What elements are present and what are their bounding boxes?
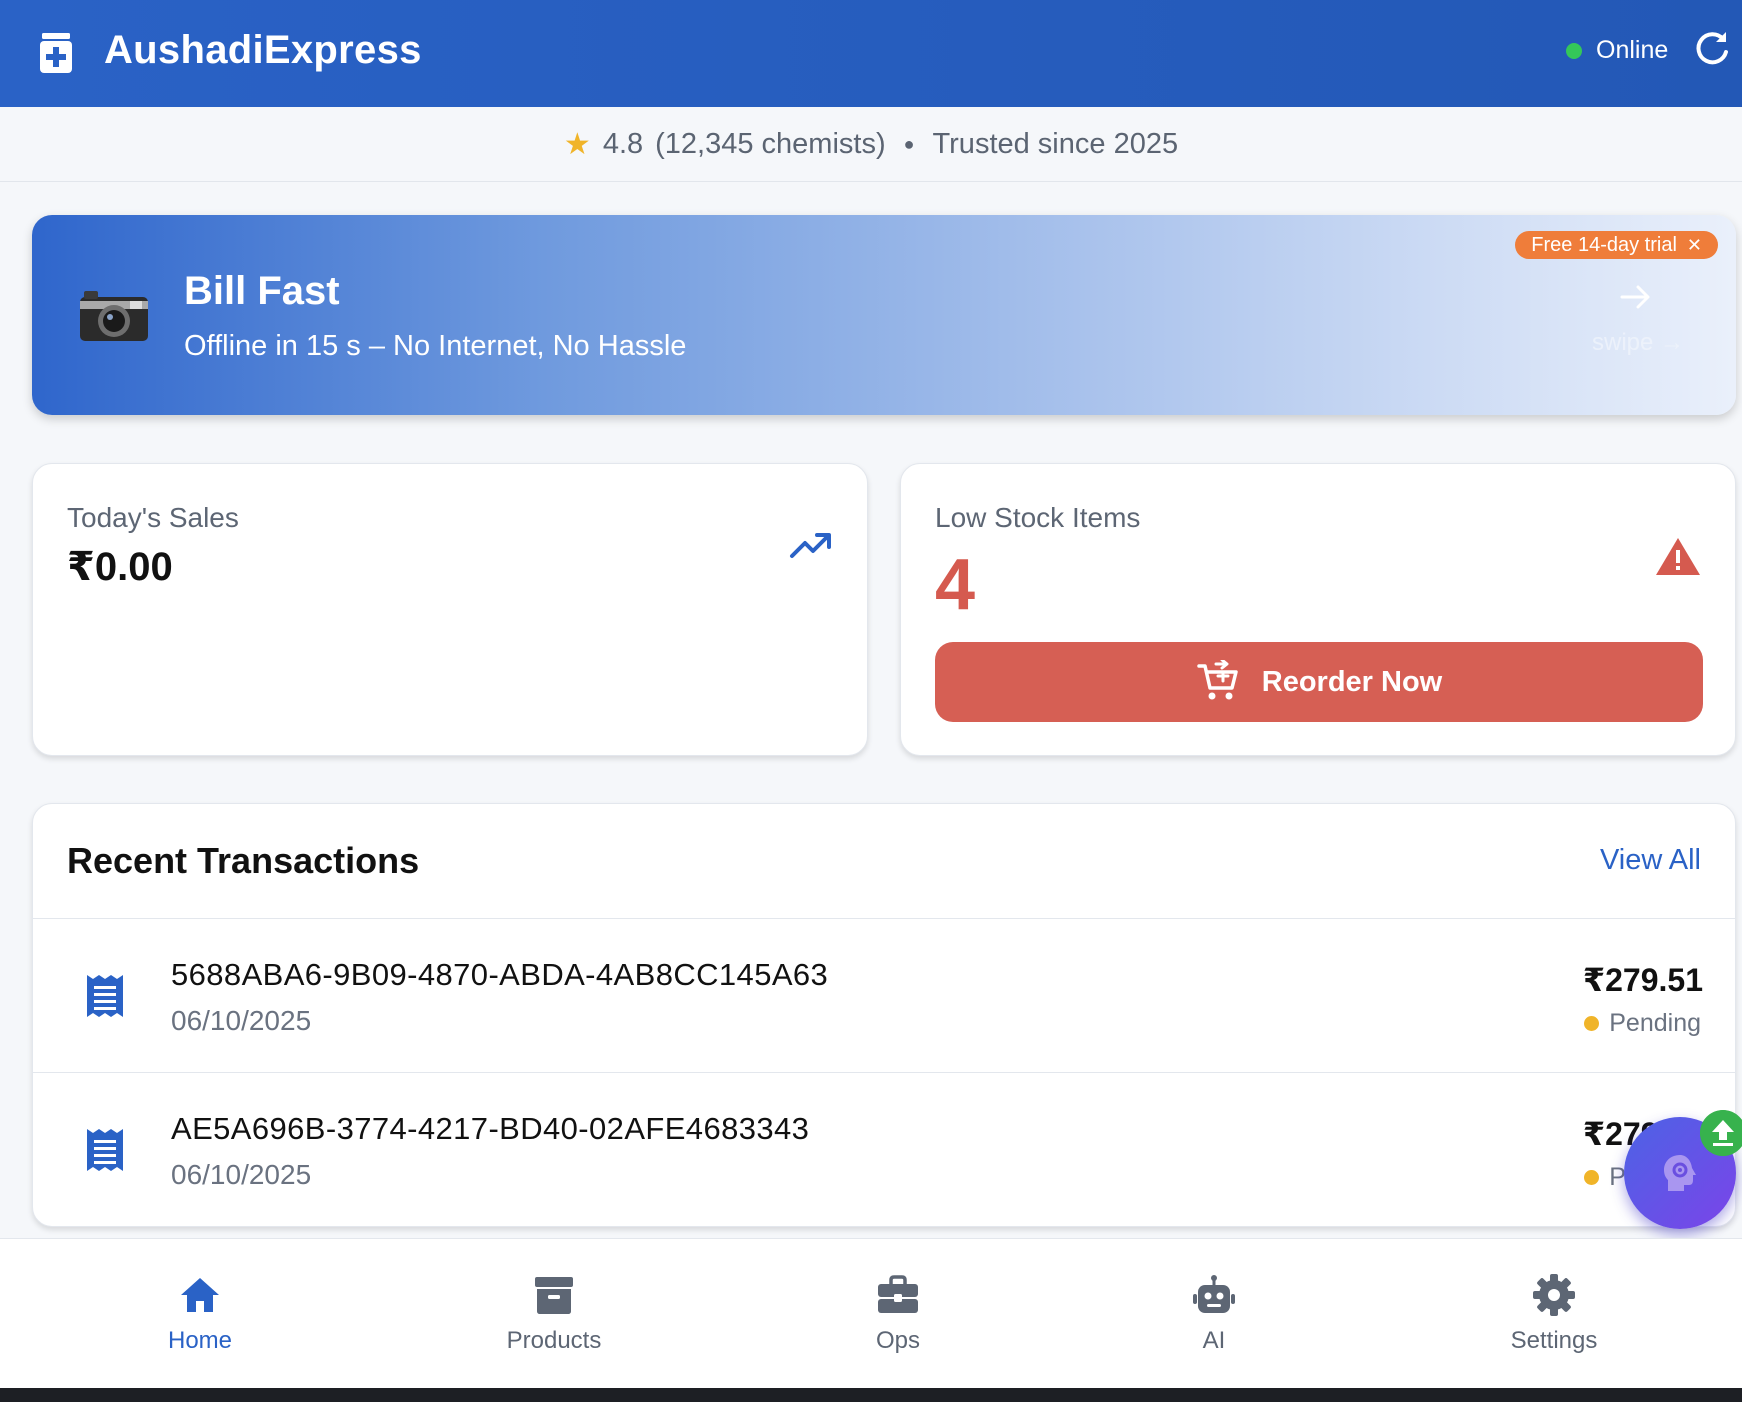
- nav-item-products[interactable]: Products: [444, 1239, 664, 1388]
- transaction-id: 5688ABA6-9B09-4870-ABDA-4AB8CC145A63: [171, 957, 829, 992]
- bill-fast-banner[interactable]: Bill Fast Offline in 15 s – No Internet,…: [32, 215, 1736, 415]
- warning-icon: [1656, 538, 1700, 575]
- receipt-icon: [87, 975, 123, 1017]
- low-stock-count: 4: [935, 545, 976, 625]
- connection-status-label: Online: [1596, 36, 1669, 64]
- close-icon[interactable]: ✕: [1687, 235, 1702, 256]
- todays-sales-label: Today's Sales: [67, 502, 239, 533]
- app-header: AushadiExpress Online: [0, 0, 1742, 107]
- connection-status: Online: [1566, 36, 1668, 65]
- medicine-kit-icon: [40, 33, 72, 73]
- nav-item-settings[interactable]: Settings: [1444, 1239, 1664, 1388]
- trial-badge-label: Free 14-day trial: [1531, 233, 1677, 256]
- trial-badge[interactable]: Free 14-day trial ✕: [1515, 231, 1718, 259]
- recent-transactions-card: Recent Transactions View All 5688ABA6-9B…: [32, 803, 1736, 1227]
- banner-title: Bill Fast: [184, 269, 340, 313]
- archive-box-icon: [535, 1277, 573, 1314]
- reorder-now-label: Reorder Now: [1261, 665, 1443, 698]
- rating-count: (12,345 chemists): [655, 127, 886, 160]
- todays-sales-card[interactable]: Today's Sales ₹0.00: [32, 463, 868, 756]
- trending-up-icon: [790, 533, 831, 558]
- camera-icon: [80, 291, 148, 341]
- star-icon: ★: [563, 127, 591, 161]
- nav-item-ops[interactable]: Ops: [788, 1239, 1008, 1388]
- transaction-date: 06/10/2025: [171, 1005, 312, 1036]
- transaction-status-label: Pending: [1609, 1009, 1701, 1037]
- trusted-since: Trusted since 2025: [932, 127, 1179, 160]
- todays-sales-value: ₹0.00: [67, 545, 173, 589]
- transaction-status: Pending: [1584, 1009, 1701, 1038]
- nav-item-ai[interactable]: AI: [1104, 1239, 1324, 1388]
- bottom-navigation: Home Products Ops AI Settings: [0, 1238, 1742, 1388]
- swipe-hint: swipe →: [1592, 329, 1685, 356]
- banner-subtitle: Offline in 15 s – No Internet, No Hassle: [184, 330, 687, 362]
- nav-label-home: Home: [167, 1327, 233, 1354]
- transaction-row[interactable]: AE5A696B-3774-4217-BD40-02AFE4683343 06/…: [33, 1073, 1735, 1226]
- transaction-row[interactable]: 5688ABA6-9B09-4870-ABDA-4AB8CC145A63 06/…: [33, 919, 1735, 1073]
- low-stock-label: Low Stock Items: [935, 502, 1141, 533]
- app-root: AushadiExpress Online ★ 4.8 (12,345 chem…: [0, 0, 1742, 1388]
- receipt-icon: [87, 1129, 123, 1171]
- rating-score: 4.8: [602, 127, 644, 160]
- pending-status-dot: [1584, 1170, 1600, 1185]
- recent-transactions-title: Recent Transactions: [67, 840, 420, 881]
- transaction-id: AE5A696B-3774-4217-BD40-02AFE4683343: [171, 1111, 810, 1146]
- app-title: AushadiExpress: [104, 28, 422, 72]
- home-icon: [181, 1278, 219, 1312]
- transaction-amount: ₹279.51: [1582, 962, 1703, 998]
- gear-icon: [1533, 1274, 1575, 1316]
- refresh-icon[interactable]: [1692, 28, 1732, 68]
- rating-bar: ★ 4.8 (12,345 chemists) ● Trusted since …: [0, 107, 1742, 182]
- briefcase-icon: [878, 1275, 918, 1313]
- robot-icon: [1193, 1275, 1235, 1313]
- nav-label-ops: Ops: [875, 1327, 920, 1354]
- recent-transactions-header: Recent Transactions View All: [33, 804, 1735, 919]
- nav-label-settings: Settings: [1510, 1327, 1598, 1354]
- cart-add-icon: [1197, 660, 1238, 700]
- nav-label-products: Products: [506, 1327, 602, 1354]
- ai-brain-icon: [1664, 1155, 1696, 1191]
- upload-icon[interactable]: [1700, 1110, 1742, 1156]
- view-all-link[interactable]: View All: [1600, 844, 1701, 877]
- transaction-date: 06/10/2025: [171, 1159, 312, 1190]
- reorder-now-button[interactable]: Reorder Now: [935, 642, 1703, 722]
- nav-label-ai: AI: [1202, 1327, 1226, 1354]
- arrow-right-icon[interactable]: [1616, 277, 1656, 317]
- low-stock-card[interactable]: Low Stock Items 4 Reorder Now: [900, 463, 1736, 756]
- nav-item-home[interactable]: Home: [90, 1239, 310, 1388]
- separator-dot: ●: [903, 133, 915, 154]
- online-indicator-dot: [1566, 42, 1582, 59]
- pending-status-dot: [1584, 1016, 1600, 1031]
